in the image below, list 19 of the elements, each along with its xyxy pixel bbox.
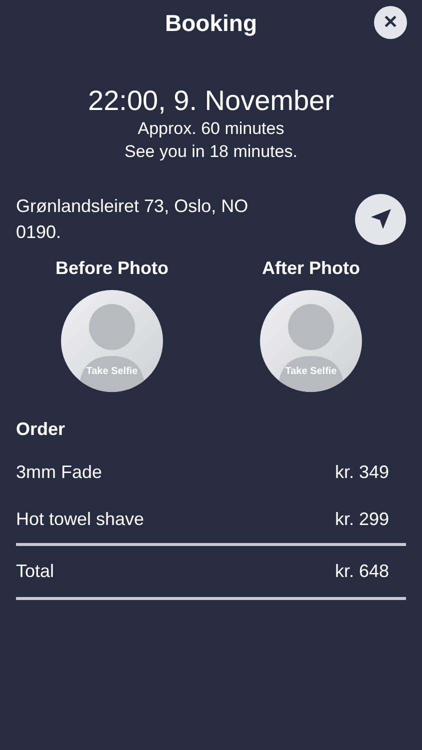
item-name: 3mm Fade: [16, 461, 102, 484]
take-selfie-button[interactable]: Take Selfie: [260, 290, 362, 392]
photo-heading: Before Photo: [55, 257, 168, 280]
navigation-arrow-icon: [368, 207, 392, 232]
order-heading: Order: [16, 418, 66, 442]
address-text: Grønlandsleiret 73, Oslo, NO 0190.: [16, 195, 250, 244]
navigate-button[interactable]: [355, 194, 406, 245]
item-price: kr. 299: [334, 508, 389, 532]
item-name: Hot towel shave: [16, 508, 144, 532]
close-button[interactable]: ✕: [374, 6, 407, 39]
total-label: Total: [16, 560, 54, 584]
item-price: kr. 349: [334, 461, 389, 484]
total-price: kr. 648: [334, 560, 389, 584]
photo-heading: After Photo: [262, 257, 360, 280]
duration-text: Approx. 60 minutes: [136, 118, 286, 140]
take-selfie-button[interactable]: Take Selfie: [61, 290, 163, 392]
appointment-time: 22:00, 9. November: [87, 84, 335, 118]
countdown-text: See you in 18 minutes.: [124, 140, 298, 163]
page-title: Booking: [165, 8, 257, 38]
